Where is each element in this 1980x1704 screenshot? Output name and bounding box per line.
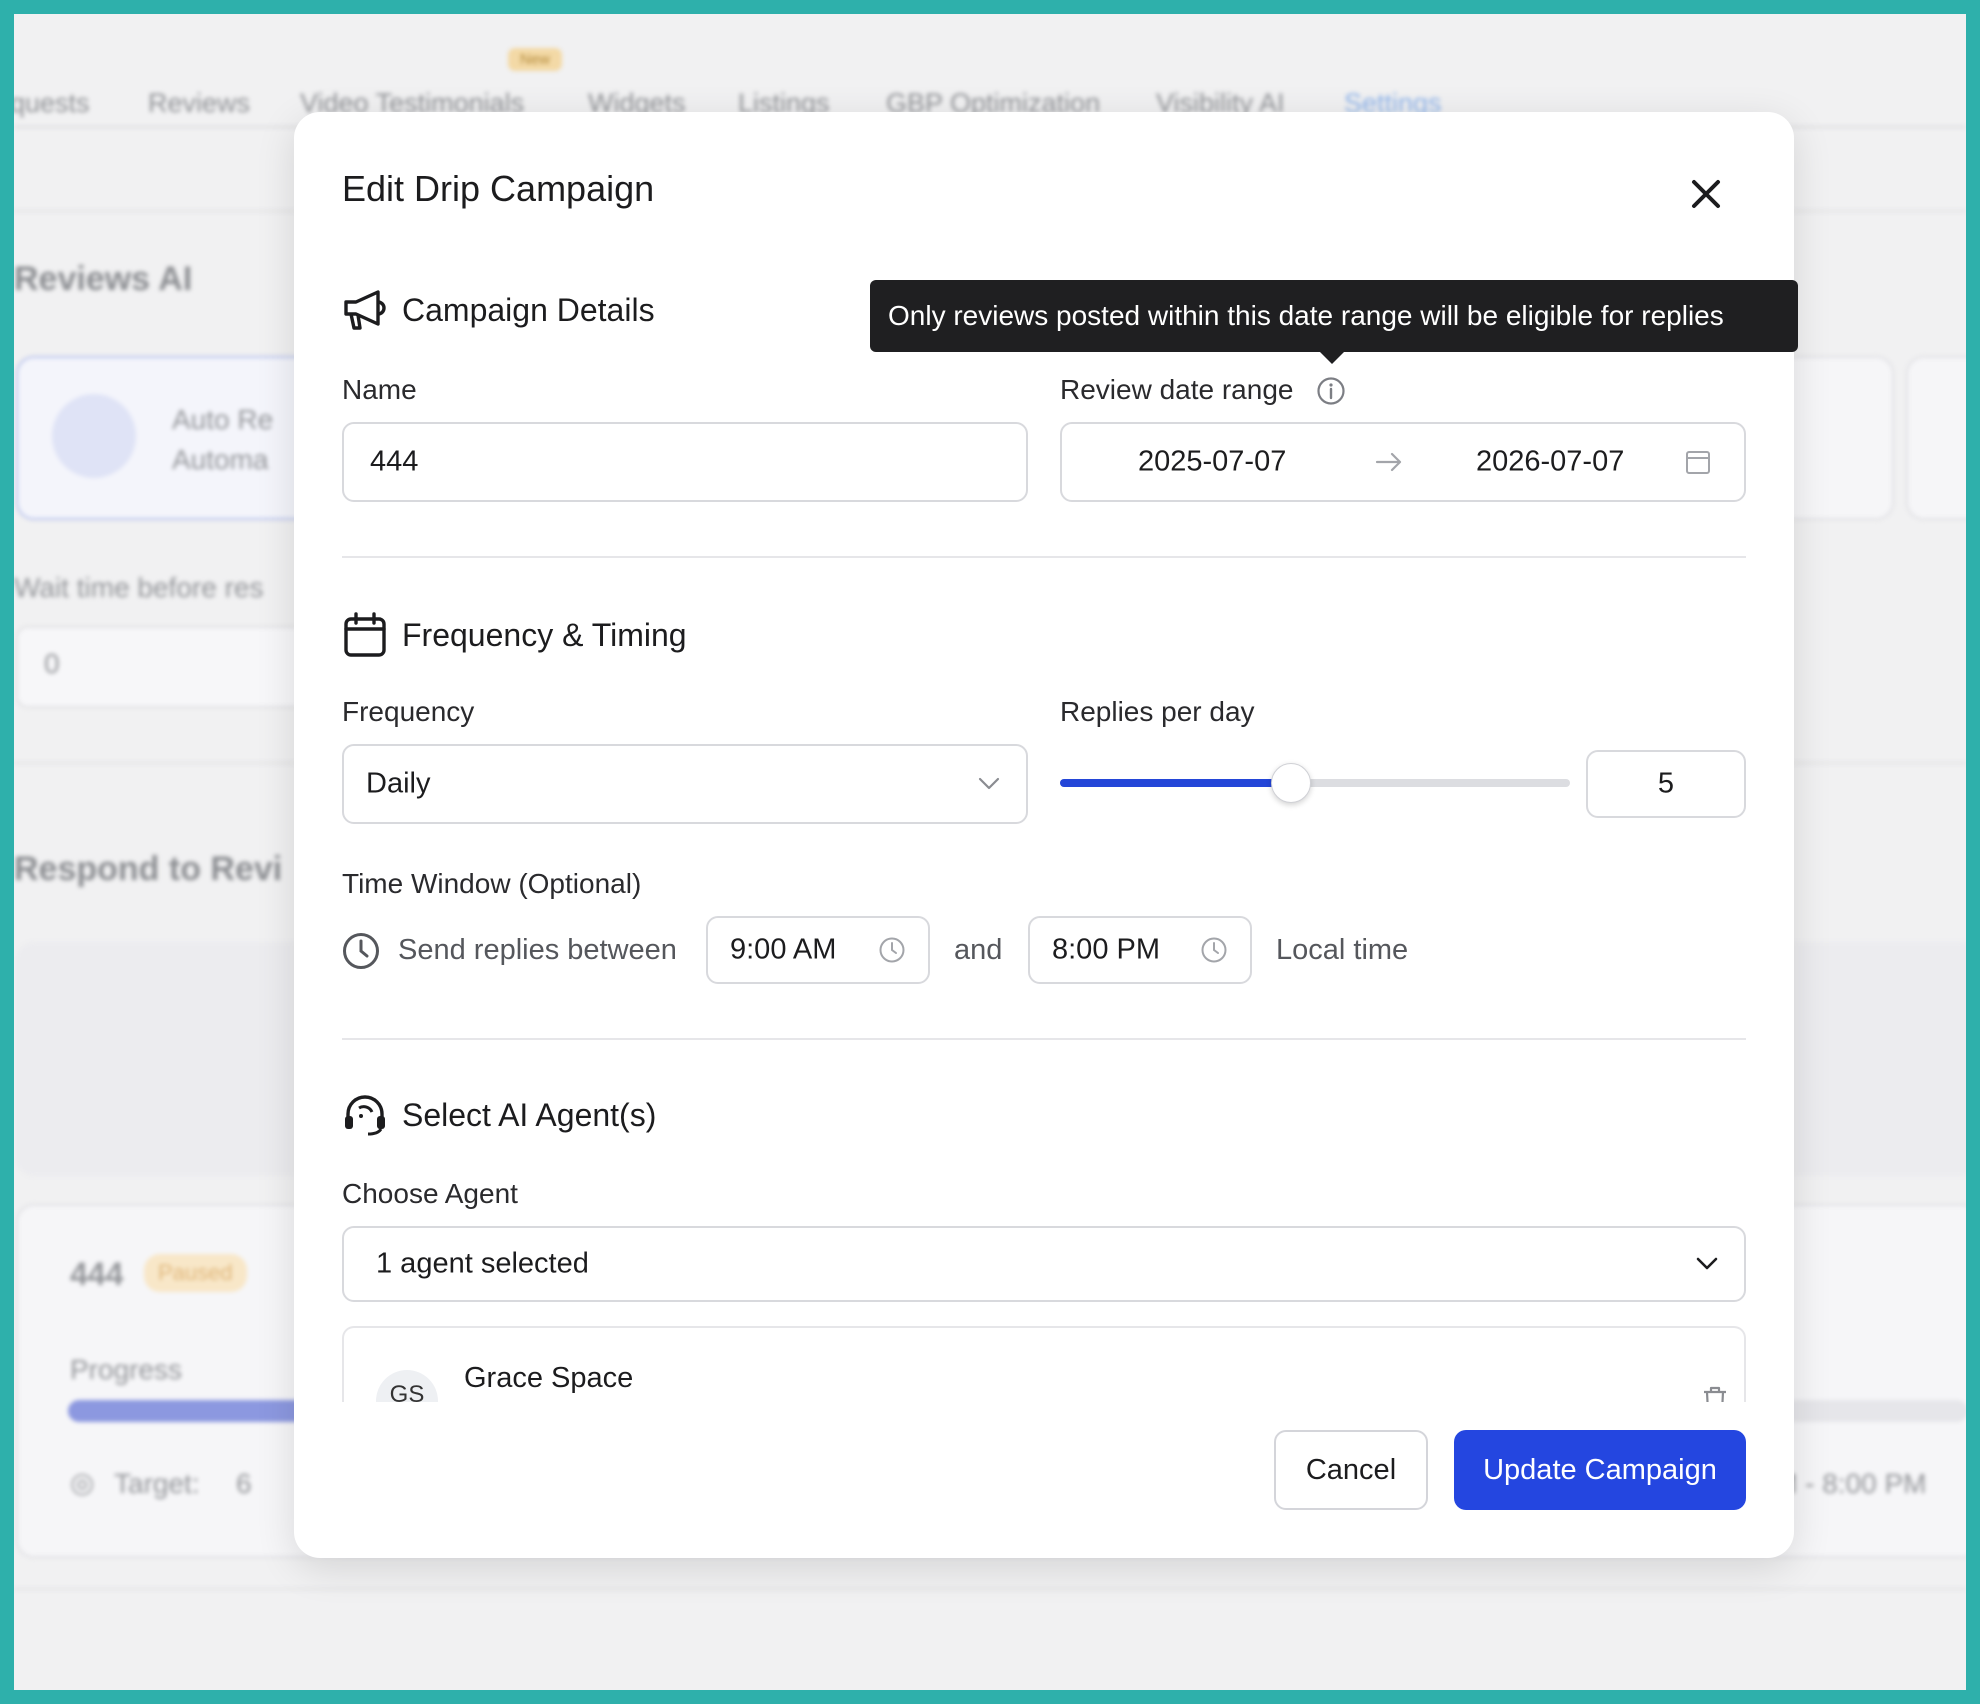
bg-card-far-right[interactable] xyxy=(1906,356,1966,520)
megaphone-icon xyxy=(344,290,386,330)
frequency-timing-heading: Frequency & Timing xyxy=(342,612,687,658)
bg-auto-reply-card[interactable]: Auto Re Automa xyxy=(16,356,320,520)
cancel-button[interactable]: Cancel xyxy=(1274,1430,1428,1510)
replies-slider[interactable] xyxy=(1060,763,1570,803)
app-frame: New quests Reviews Video Testimonials Wi… xyxy=(14,14,1966,1690)
tab-requests[interactable]: quests xyxy=(14,88,90,119)
replies-per-day-label: Replies per day xyxy=(1060,696,1255,727)
send-replies-between-text: Send replies between xyxy=(398,934,677,966)
start-date[interactable]: 2025-07-07 xyxy=(1138,446,1286,479)
clock-icon xyxy=(343,933,379,969)
local-time-text: Local time xyxy=(1276,934,1409,966)
and-text: and xyxy=(954,934,1003,966)
bg-target-value: 6 xyxy=(236,1468,252,1499)
bg-wait-input[interactable]: 0 xyxy=(16,626,320,708)
date-range-label: Review date range xyxy=(1060,374,1294,405)
section-title: Frequency & Timing xyxy=(402,616,687,653)
bg-card-subtitle: Automa xyxy=(172,444,269,475)
headset-icon xyxy=(345,1095,385,1136)
slider-fill xyxy=(1060,779,1290,787)
new-badge: New xyxy=(508,48,563,71)
info-icon[interactable] xyxy=(1316,376,1346,406)
name-input[interactable]: 444 xyxy=(342,422,1028,502)
frequency-label: Frequency xyxy=(342,696,475,727)
section-divider xyxy=(342,1038,1746,1040)
section-title: Select AI Agent(s) xyxy=(402,1096,657,1133)
bg-progress-label: Progress xyxy=(70,1354,183,1385)
bg-time-range: M - 8:00 PM xyxy=(1774,1468,1927,1499)
bg-card-title: Auto Re xyxy=(172,404,274,435)
clock-icon xyxy=(1201,937,1227,963)
arrow-right-icon xyxy=(1375,452,1402,472)
tab-reviews[interactable]: Reviews xyxy=(148,88,250,119)
agent-item: GS Grace Space xyxy=(342,1326,1746,1402)
campaign-details-heading: Campaign Details xyxy=(342,288,655,332)
bg-wait-label: Wait time before res xyxy=(14,572,264,603)
update-campaign-button[interactable]: Update Campaign xyxy=(1454,1430,1746,1510)
end-date[interactable]: 2026-07-07 xyxy=(1476,446,1624,479)
bg-target-icon: ◎ xyxy=(70,1467,95,1498)
chevron-down-icon xyxy=(978,777,1000,790)
bg-campaign-name: 444 xyxy=(70,1256,124,1292)
date-range-tooltip: Only reviews posted within this date ran… xyxy=(870,280,1798,364)
frequency-select[interactable]: Daily xyxy=(342,744,1028,824)
bg-status-badge: Paused xyxy=(144,1254,247,1292)
end-time-picker[interactable]: 8:00 PM xyxy=(1028,916,1252,984)
bg-send-icon xyxy=(52,394,136,478)
modal-title: Edit Drip Campaign xyxy=(342,168,655,209)
clock-icon xyxy=(879,937,905,963)
calendar-icon xyxy=(344,612,386,657)
calendar-icon[interactable] xyxy=(1684,448,1712,476)
section-divider xyxy=(342,556,1746,558)
time-window-label: Time Window (Optional) xyxy=(342,868,642,899)
bg-section-title: Reviews AI xyxy=(14,260,193,298)
date-range-picker[interactable]: 2025-07-07 2026-07-07 xyxy=(1060,422,1746,502)
bg-target-label: Target: xyxy=(114,1468,200,1499)
close-icon[interactable] xyxy=(1684,172,1728,216)
bg-divider-3 xyxy=(14,1588,1966,1590)
choose-agent-label: Choose Agent xyxy=(342,1178,518,1209)
start-time-picker[interactable]: 9:00 AM xyxy=(706,916,930,984)
name-label: Name xyxy=(342,374,417,405)
slider-thumb[interactable] xyxy=(1270,763,1311,803)
avatar: GS xyxy=(376,1370,438,1402)
agent-name: Grace Space xyxy=(464,1362,634,1394)
edit-campaign-modal: Edit Drip Campaign Campaign Details Only… xyxy=(294,112,1798,1558)
agent-select[interactable]: 1 agent selected xyxy=(342,1226,1746,1302)
replies-per-day-input[interactable]: 5 xyxy=(1586,750,1746,818)
bg-respond-title: Respond to Revi xyxy=(14,850,283,888)
chevron-down-icon xyxy=(1696,1257,1718,1270)
section-title: Campaign Details xyxy=(402,291,655,328)
trash-icon[interactable] xyxy=(1700,1384,1730,1402)
select-agents-heading: Select AI Agent(s) xyxy=(342,1094,656,1136)
